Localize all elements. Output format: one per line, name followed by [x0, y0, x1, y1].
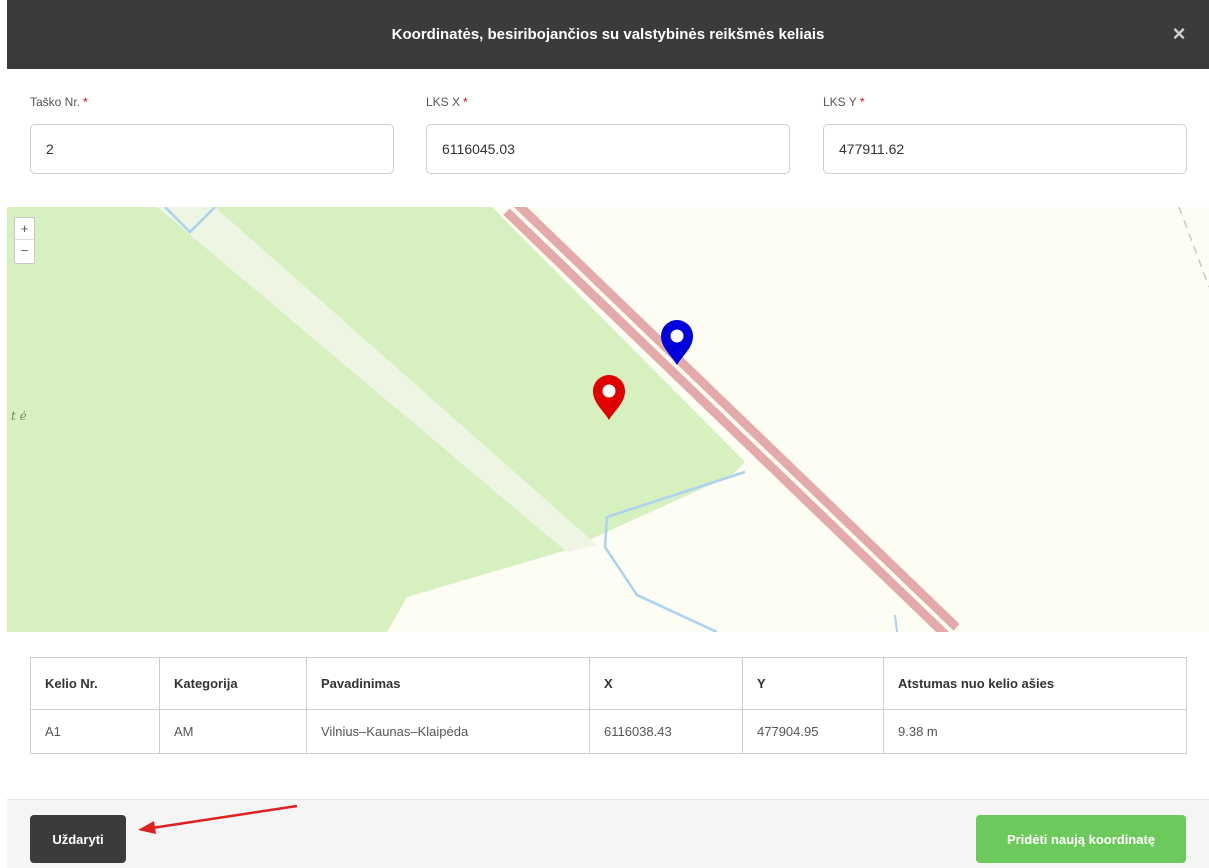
lks-x-input[interactable]: [426, 124, 790, 174]
map-view[interactable]: t ė + −: [7, 207, 1209, 632]
table-header-row: Kelio Nr. Kategorija Pavadinimas X Y Ats…: [30, 657, 1187, 710]
table-row: A1 AM Vilnius–Kaunas–Klaipėda 6116038.43…: [30, 709, 1187, 754]
stream: [894, 614, 898, 632]
table-cell: AM: [159, 709, 307, 754]
lks-y-input[interactable]: [823, 124, 1187, 174]
forest-area: [7, 207, 745, 632]
column-header: Kelio Nr.: [30, 657, 160, 710]
column-header: Atstumas nuo kelio ašies: [883, 657, 1187, 710]
required-mark: *: [859, 95, 865, 109]
results-table: Kelio Nr. Kategorija Pavadinimas X Y Ats…: [30, 657, 1187, 754]
column-header: Y: [742, 657, 884, 710]
lks-y-label: LKS Y *: [823, 95, 865, 109]
dialog-title: Koordinatės, besiribojančios su valstybi…: [391, 26, 825, 43]
lks-y-field: LKS Y *: [823, 95, 1187, 174]
required-mark: *: [463, 95, 468, 109]
dialog-header: Koordinatės, besiribojančios su valstybi…: [7, 0, 1209, 69]
column-header: X: [589, 657, 743, 710]
close-icon[interactable]: ×: [1167, 22, 1191, 46]
dashed-boundary: [1178, 207, 1209, 288]
zoom-control: + −: [14, 217, 35, 264]
column-header: Pavadinimas: [306, 657, 590, 710]
map-place-label: t ė: [11, 409, 27, 423]
zoom-in-button[interactable]: +: [15, 218, 34, 240]
table-cell: 6116038.43: [589, 709, 743, 754]
column-header: Kategorija: [159, 657, 307, 710]
lks-x-field: LKS X *: [426, 95, 790, 174]
zoom-out-button[interactable]: −: [15, 240, 34, 262]
table-cell: A1: [30, 709, 160, 754]
lks-x-label: LKS X *: [426, 95, 468, 109]
point-number-input[interactable]: [30, 124, 394, 174]
dialog-footer: Uždaryti Pridėti naują koordinatę: [7, 799, 1209, 868]
point-number-label: Taško Nr. *: [30, 95, 88, 109]
map-canvas[interactable]: t ė: [7, 207, 1209, 632]
close-button[interactable]: Uždaryti: [30, 815, 126, 863]
table-cell: 9.38 m: [883, 709, 1187, 754]
table-cell: Vilnius–Kaunas–Klaipėda: [306, 709, 590, 754]
point-number-field: Taško Nr. *: [30, 95, 394, 174]
required-mark: *: [83, 95, 88, 109]
table-cell: 477904.95: [742, 709, 884, 754]
add-coordinate-button[interactable]: Pridėti naują koordinatę: [976, 815, 1186, 863]
